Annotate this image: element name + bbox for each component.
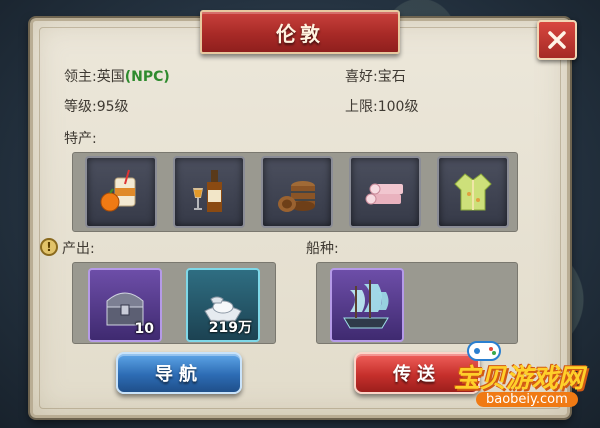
limit-row: 上限:100级 [345, 96, 418, 116]
watermark-text: 宝贝游戏网 [454, 364, 585, 394]
lord-row: 领主:英国(NPC) [64, 66, 170, 86]
orange-drink-icon [100, 169, 136, 212]
city-title: 伦敦 [276, 21, 324, 46]
wine-bottle-icon [193, 170, 222, 212]
lord-label: 领主: [64, 69, 97, 85]
chest-quantity: 10 [134, 321, 154, 337]
info-alert-icon[interactable]: ! [40, 238, 58, 256]
lord-value: 英国 [96, 69, 125, 85]
level-row: 等级:95级 [64, 96, 129, 116]
preference-value: 宝石 [377, 69, 406, 85]
npc-tag: (NPC) [124, 69, 170, 85]
output-label: 产出: [62, 241, 95, 257]
specialty-item-orange-drink[interactable] [85, 156, 157, 228]
preference-row: 喜好:宝石 [345, 66, 406, 86]
ship-item[interactable] [330, 268, 404, 342]
silk-robe-icon [454, 173, 492, 211]
output-item-chest[interactable]: 10 [88, 268, 162, 342]
level-label: 等级: [64, 99, 97, 115]
limit-label: 上限: [345, 99, 378, 115]
specialty-item-wine[interactable] [173, 156, 245, 228]
preference-label: 喜好: [345, 69, 378, 85]
navigate-button[interactable]: 导航 [116, 352, 242, 394]
specialty-item-silk[interactable] [437, 156, 509, 228]
output-item-silver[interactable]: 219万 [186, 268, 260, 342]
navigate-label: 导航 [155, 364, 203, 385]
cloth-rolls-icon [365, 183, 403, 205]
close-icon [548, 31, 566, 49]
site-watermark: 宝贝游戏网 baobeiy.com [420, 340, 600, 428]
limit-value: 100级 [377, 99, 419, 115]
sailing-ship-icon [343, 280, 389, 329]
close-button[interactable] [537, 20, 577, 60]
specialty-item-barrels[interactable] [261, 156, 333, 228]
specialty-item-cloth[interactable] [349, 156, 421, 228]
barrels-icon [278, 181, 315, 212]
silver-quantity: 219万 [208, 320, 252, 336]
specialty-label: 特产: [64, 131, 97, 147]
watermark-url: baobeiy.com [476, 392, 578, 407]
title-ribbon: 伦敦 [200, 10, 400, 54]
ship-label: 船种: [306, 241, 339, 257]
level-value: 95级 [96, 99, 129, 115]
